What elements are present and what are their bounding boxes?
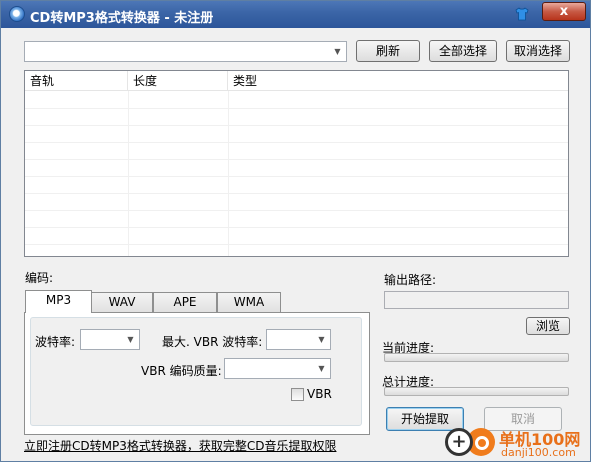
cd-drive-select[interactable]: ▼ xyxy=(24,41,347,62)
tab-wav[interactable]: WAV xyxy=(91,292,153,312)
bitrate-select[interactable]: ▼ xyxy=(80,329,140,350)
window-title: CD转MP3格式转换器 - 未注册 xyxy=(30,11,214,26)
close-button[interactable]: x xyxy=(542,2,586,21)
column-header-type[interactable]: 类型 xyxy=(228,71,568,91)
max-vbr-bitrate-label: 最大. VBR 波特率: xyxy=(162,335,263,349)
grid-line xyxy=(25,176,568,177)
tab-wma[interactable]: WMA xyxy=(217,292,281,312)
current-progress-bar xyxy=(384,353,569,362)
grid-line xyxy=(128,91,129,256)
tab-mp3[interactable]: MP3 xyxy=(25,290,92,313)
deselect-all-button[interactable]: 取消选择 xyxy=(506,40,570,62)
grid-line xyxy=(228,91,229,256)
total-progress-bar xyxy=(384,387,569,396)
column-header-track[interactable]: 音轨 xyxy=(25,71,128,91)
grid-line xyxy=(25,193,568,194)
refresh-button[interactable]: 刷新 xyxy=(356,40,420,62)
chevron-down-icon[interactable]: ▼ xyxy=(122,330,139,349)
grid-line xyxy=(25,244,568,245)
skin-shirt-icon[interactable] xyxy=(515,7,529,21)
watermark-logo-plus-icon: + xyxy=(445,428,473,456)
site-watermark: + 单机100网 danji100.com xyxy=(441,422,591,462)
register-link[interactable]: 立即注册CD转MP3格式转换器，获取完整CD音乐提取权限 xyxy=(24,437,336,454)
column-header-length[interactable]: 长度 xyxy=(128,71,228,91)
output-path-field[interactable] xyxy=(384,291,569,309)
vbr-quality-select[interactable]: ▼ xyxy=(224,358,331,379)
chevron-down-icon[interactable]: ▼ xyxy=(313,330,330,349)
chevron-down-icon[interactable]: ▼ xyxy=(313,359,330,378)
browse-button[interactable]: 浏览 xyxy=(526,317,570,335)
chevron-down-icon[interactable]: ▼ xyxy=(329,42,346,61)
encoding-label: 编码: xyxy=(25,271,54,285)
vbr-checkbox-label: VBR xyxy=(307,387,332,401)
grid-line xyxy=(25,125,568,126)
output-path-label: 输出路径: xyxy=(384,273,437,287)
grid-line xyxy=(25,159,568,160)
grid-line xyxy=(25,227,568,228)
vbr-checkbox[interactable] xyxy=(291,388,304,401)
track-list-header: 音轨 长度 类型 xyxy=(25,71,568,91)
watermark-domain: danji100.com xyxy=(501,446,576,459)
max-vbr-bitrate-select[interactable]: ▼ xyxy=(266,329,331,350)
vbr-quality-label: VBR 编码质量: xyxy=(141,364,222,378)
title-bar[interactable]: CD转MP3格式转换器 - 未注册 x xyxy=(1,1,590,28)
main-window: CD转MP3格式转换器 - 未注册 x ▼ 刷新 全部选择 取消选择 音轨 长度… xyxy=(0,0,591,462)
cd-app-icon xyxy=(9,6,25,22)
grid-line xyxy=(25,142,568,143)
track-list[interactable]: 音轨 长度 类型 xyxy=(24,70,569,257)
grid-line xyxy=(25,108,568,109)
grid-line xyxy=(25,210,568,211)
bitrate-label: 波特率: xyxy=(35,335,76,349)
select-all-button[interactable]: 全部选择 xyxy=(429,40,497,62)
tab-ape[interactable]: APE xyxy=(153,292,217,312)
